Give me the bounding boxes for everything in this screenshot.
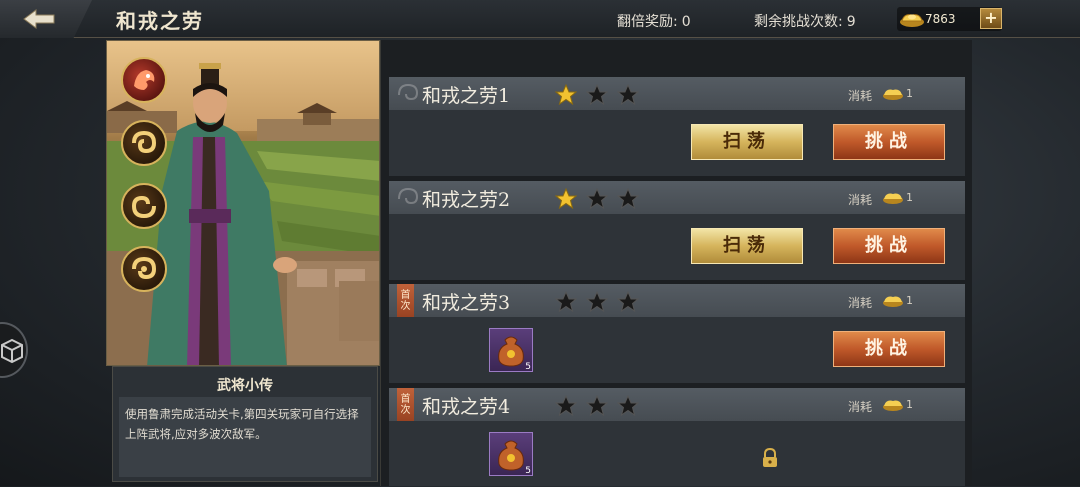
skill-slot-4[interactable] xyxy=(121,246,167,292)
star-icon xyxy=(586,395,608,416)
cloud-pattern-icon xyxy=(398,187,419,205)
star-icon xyxy=(617,395,639,416)
double-reward-label: 翻倍奖励: xyxy=(617,14,678,30)
bio-text: 使用鲁肃完成活动关卡,第四关玩家可自行选择上阵武将,应对多波次敌军。 xyxy=(119,397,371,477)
stage-name: 和戎之劳2 xyxy=(422,189,511,211)
currency-amount: 7863 xyxy=(925,12,956,26)
challenge-button[interactable]: 挑战 xyxy=(833,331,945,367)
stage-body: 扫荡 挑战 xyxy=(389,214,965,280)
star-icon xyxy=(586,291,608,312)
star-icon xyxy=(555,291,577,312)
back-arrow-icon xyxy=(23,9,55,29)
star-icon xyxy=(586,188,608,209)
gold-ingot-icon xyxy=(883,296,903,307)
gold-ingot-icon xyxy=(900,14,924,27)
swirl-icon xyxy=(131,195,156,219)
lock-icon xyxy=(763,448,777,467)
reward-item[interactable]: 5 xyxy=(489,432,533,476)
page-title: 和戎之劳 xyxy=(116,9,204,33)
stage-name: 和戎之劳1 xyxy=(422,85,511,107)
sweep-button[interactable]: 扫荡 xyxy=(691,124,803,160)
stage-list: 和戎之劳1 消耗 1 扫荡 挑战 和戎之劳2 消耗 1 扫荡 挑战 首次 和戎之… xyxy=(380,40,972,486)
stage-name: 和戎之劳4 xyxy=(422,396,511,418)
challenge-button[interactable]: 挑战 xyxy=(833,124,945,160)
cube-icon xyxy=(1,338,23,364)
stage-body: 5 xyxy=(389,421,965,486)
cloud-pattern-icon xyxy=(398,83,419,101)
stage-row: 和戎之劳1 消耗 1 扫荡 挑战 xyxy=(389,77,965,176)
fire-beast-icon xyxy=(134,70,155,90)
bio-title: 武将小传 xyxy=(217,378,273,394)
stage-header: 和戎之劳1 消耗 1 xyxy=(389,77,965,110)
reward-item[interactable]: 5 xyxy=(489,328,533,372)
stage-header: 首次 和戎之劳3 消耗 1 xyxy=(389,284,965,326)
gold-ingot-icon xyxy=(883,89,903,100)
skill-slot-2[interactable] xyxy=(121,120,167,166)
stage-name: 和戎之劳3 xyxy=(422,292,511,314)
star-icon xyxy=(586,84,608,105)
star-rating xyxy=(555,84,639,105)
remaining-attempts-stat: 剩余挑战次数: 9 xyxy=(754,11,856,31)
cost-value: 1 xyxy=(906,398,913,411)
stage-header: 和戎之劳2 消耗 1 xyxy=(389,181,965,214)
back-button[interactable] xyxy=(0,0,92,38)
stage-row: 首次 和戎之劳4 消耗 1 5 xyxy=(389,388,965,487)
star-rating xyxy=(555,291,639,312)
skill-slot-3[interactable] xyxy=(121,183,167,229)
swirl-icon xyxy=(132,256,157,280)
add-currency-button[interactable]: + xyxy=(980,8,1002,29)
cost-value: 1 xyxy=(906,87,913,100)
stage-row: 首次 和戎之劳3 消耗 1 5 挑战 xyxy=(389,284,965,383)
gold-ingot-icon xyxy=(883,193,903,204)
gold-ingot-icon xyxy=(883,400,903,411)
remaining-attempts-label: 剩余挑战次数: xyxy=(754,14,843,30)
stage-header: 首次 和戎之劳4 消耗 1 xyxy=(389,388,965,430)
skill-icon-list xyxy=(121,57,167,309)
cost-label: 消耗 xyxy=(848,296,873,310)
cost-label: 消耗 xyxy=(848,400,873,414)
star-icon xyxy=(617,84,639,105)
double-reward-stat: 翻倍奖励: 0 xyxy=(617,11,691,31)
sweep-button[interactable]: 扫荡 xyxy=(691,228,803,264)
challenge-button[interactable]: 挑战 xyxy=(833,228,945,264)
hero-bio-panel: 武将小传 使用鲁肃完成活动关卡,第四关玩家可自行选择上阵武将,应对多波次敌军。 xyxy=(112,366,378,482)
star-rating xyxy=(555,188,639,209)
star-icon xyxy=(617,188,639,209)
cost-value: 1 xyxy=(906,294,913,307)
stage-body: 5 挑战 xyxy=(389,317,965,383)
star-icon xyxy=(617,291,639,312)
skill-slot-1[interactable] xyxy=(121,57,167,103)
star-rating xyxy=(555,395,639,416)
star-icon xyxy=(555,188,577,209)
stage-row: 和戎之劳2 消耗 1 扫荡 挑战 xyxy=(389,181,965,280)
double-reward-value: 0 xyxy=(681,14,691,30)
star-icon xyxy=(555,84,577,105)
top-bar: 和戎之劳 翻倍奖励: 0 剩余挑战次数: 9 7863 + xyxy=(0,0,1080,38)
star-icon xyxy=(555,395,577,416)
cost-value: 1 xyxy=(906,191,913,204)
reward-count: 5 xyxy=(525,466,531,476)
cost-label: 消耗 xyxy=(848,193,873,207)
remaining-attempts-value: 9 xyxy=(846,14,856,30)
hero-portrait xyxy=(106,40,380,366)
swirl-icon xyxy=(132,130,157,154)
cost-label: 消耗 xyxy=(848,89,873,103)
side-menu-button[interactable] xyxy=(0,322,28,378)
stage-body: 扫荡 挑战 xyxy=(389,110,965,176)
reward-count: 5 xyxy=(525,362,531,372)
